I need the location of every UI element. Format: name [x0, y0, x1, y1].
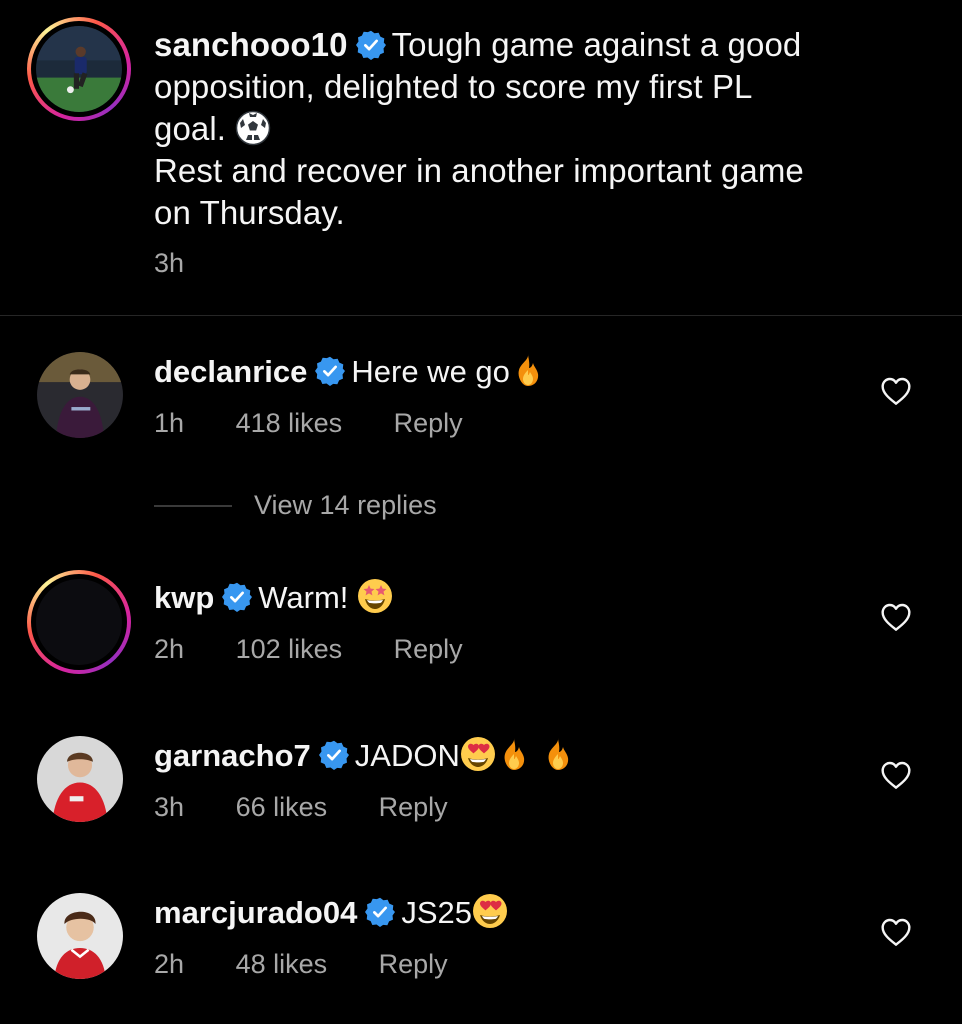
verified-badge-icon — [319, 740, 349, 770]
fire-icon — [510, 352, 546, 388]
comment-text: JS25 — [401, 895, 472, 930]
star-struck-icon — [357, 578, 393, 614]
caption-username[interactable]: sanchooo10 — [154, 26, 348, 63]
comment-username[interactable]: marcjurado04 — [154, 895, 357, 930]
verified-badge-icon — [315, 356, 345, 386]
caption-text-continued: Rest and recover in another important ga… — [154, 152, 804, 231]
avatar-story-ring[interactable] — [27, 570, 131, 674]
soccer-ball-icon — [235, 110, 271, 146]
divider — [0, 315, 962, 316]
avatar[interactable] — [37, 893, 123, 979]
comment-username[interactable]: declanrice — [154, 354, 307, 389]
comment-likes[interactable]: 66 likes — [236, 792, 328, 822]
verified-badge-icon — [356, 30, 386, 60]
like-heart-icon[interactable] — [880, 376, 912, 406]
comments-screen: sanchooo10 Tough game against a good oppo… — [0, 0, 962, 1024]
heart-eyes-icon — [472, 893, 508, 929]
reply-button[interactable]: Reply — [379, 949, 448, 979]
avatar[interactable] — [37, 736, 123, 822]
comment-likes[interactable]: 48 likes — [236, 949, 328, 979]
comment-text: JADON — [354, 738, 460, 773]
like-heart-icon[interactable] — [880, 602, 912, 632]
comment-username[interactable]: garnacho7 — [154, 738, 311, 773]
verified-badge-icon — [365, 897, 395, 927]
avatar-story-ring[interactable] — [27, 17, 131, 121]
like-heart-icon[interactable] — [880, 760, 912, 790]
comment-timestamp: 3h — [154, 792, 185, 822]
avatar — [36, 579, 122, 665]
comment-timestamp: 2h — [154, 634, 185, 664]
avatar[interactable] — [37, 352, 123, 438]
comment-text: Warm! — [258, 580, 358, 615]
view-replies-button[interactable]: View 14 replies — [154, 490, 437, 521]
post-caption: sanchooo10 Tough game against a good oppo… — [0, 0, 962, 316]
comment-username[interactable]: kwp — [154, 580, 214, 615]
reply-button[interactable]: Reply — [379, 792, 448, 822]
like-heart-icon[interactable] — [880, 917, 912, 947]
heart-eyes-icon — [460, 736, 496, 772]
comment-timestamp: 2h — [154, 949, 185, 979]
caption-timestamp: 3h — [154, 248, 185, 278]
verified-badge-icon — [222, 582, 252, 612]
avatar — [36, 26, 122, 112]
reply-button[interactable]: Reply — [394, 408, 463, 438]
fire-icon — [496, 736, 532, 772]
comment-likes[interactable]: 418 likes — [236, 408, 343, 438]
comment-timestamp: 1h — [154, 408, 185, 438]
comment-likes[interactable]: 102 likes — [236, 634, 343, 664]
comment-text: Here we go — [351, 354, 510, 389]
view-replies-label: View 14 replies — [254, 490, 437, 520]
reply-button[interactable]: Reply — [394, 634, 463, 664]
fire-icon — [540, 736, 576, 772]
replies-line — [154, 504, 232, 507]
